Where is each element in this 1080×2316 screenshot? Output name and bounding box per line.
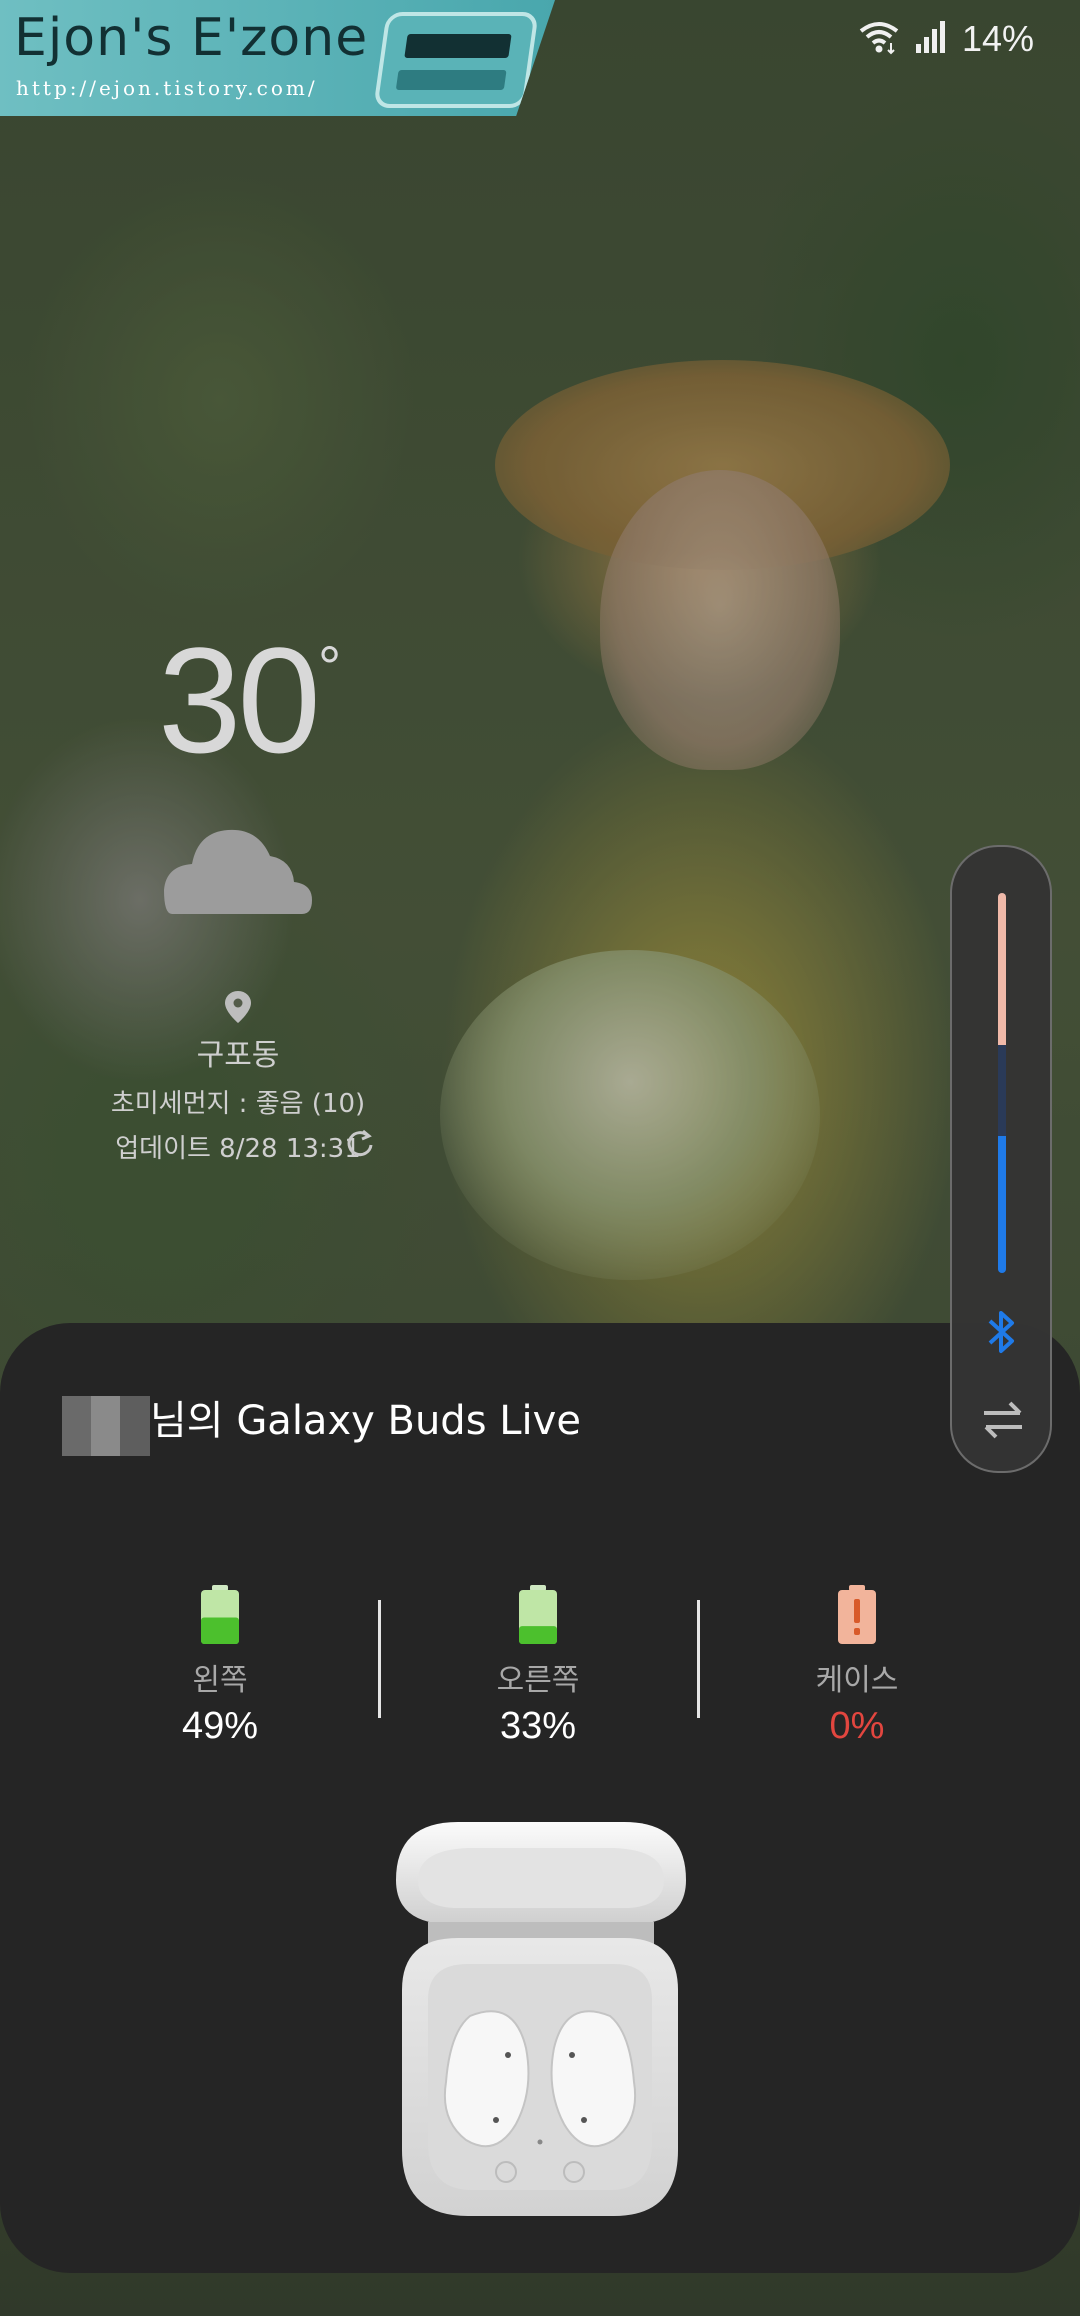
left-bud-label: 왼쪽 xyxy=(192,1663,248,1698)
right-bud-battery: 오른쪽 33% xyxy=(408,1585,668,1748)
refresh-icon[interactable] xyxy=(344,1128,376,1164)
device-title: 님의 Galaxy Buds Live xyxy=(150,1398,581,1444)
swap-output-icon[interactable] xyxy=(980,1399,1026,1443)
battery-icon xyxy=(201,1585,239,1644)
weather-updated: 업데이트 8/28 13:31 xyxy=(0,1128,476,1165)
blog-logo xyxy=(373,12,539,108)
status-bar: 14% xyxy=(858,18,1034,60)
volume-media-fill xyxy=(998,1136,1006,1273)
weather-location: 구포동 xyxy=(196,1038,280,1073)
weather-updated-text: 업데이트 8/28 13:31 xyxy=(115,1134,361,1164)
right-bud-value: 33% xyxy=(499,1705,577,1747)
signal-icon xyxy=(914,20,948,58)
volume-panel xyxy=(950,845,1052,1473)
cloud-icon xyxy=(162,826,312,920)
earbuds-case-image xyxy=(388,1820,692,2220)
weather-air-quality: 초미세먼지 : 좋음 (10) xyxy=(110,1089,366,1119)
location-pin-icon xyxy=(224,990,252,1028)
volume-upper-fill xyxy=(998,893,1006,1045)
case-label: 케이스 xyxy=(815,1663,899,1698)
weather-degree: ° xyxy=(318,635,342,700)
weather-temperature[interactable]: 30 xyxy=(158,625,321,775)
wifi-icon xyxy=(858,19,900,59)
volume-slider[interactable] xyxy=(998,893,1006,1273)
battery-warning-icon xyxy=(838,1585,876,1644)
divider xyxy=(378,1600,381,1718)
battery-percent: 14% xyxy=(961,18,1034,59)
bluetooth-icon[interactable] xyxy=(982,1307,1022,1361)
left-bud-value: 49% xyxy=(181,1705,259,1747)
case-value: 0% xyxy=(829,1705,885,1747)
left-bud-battery: 왼쪽 49% xyxy=(90,1585,350,1748)
blog-url: http://ejon.tistory.com/ xyxy=(16,76,318,100)
battery-icon xyxy=(519,1585,557,1644)
right-bud-label: 오른쪽 xyxy=(496,1663,580,1698)
user-name-redacted xyxy=(62,1396,150,1456)
blog-badge: Ejon's E'zone http://ejon.tistory.com/ xyxy=(0,0,555,116)
blog-title: Ejon's E'zone xyxy=(14,8,369,68)
divider xyxy=(697,1600,700,1718)
case-battery: 케이스 0% xyxy=(727,1585,987,1748)
